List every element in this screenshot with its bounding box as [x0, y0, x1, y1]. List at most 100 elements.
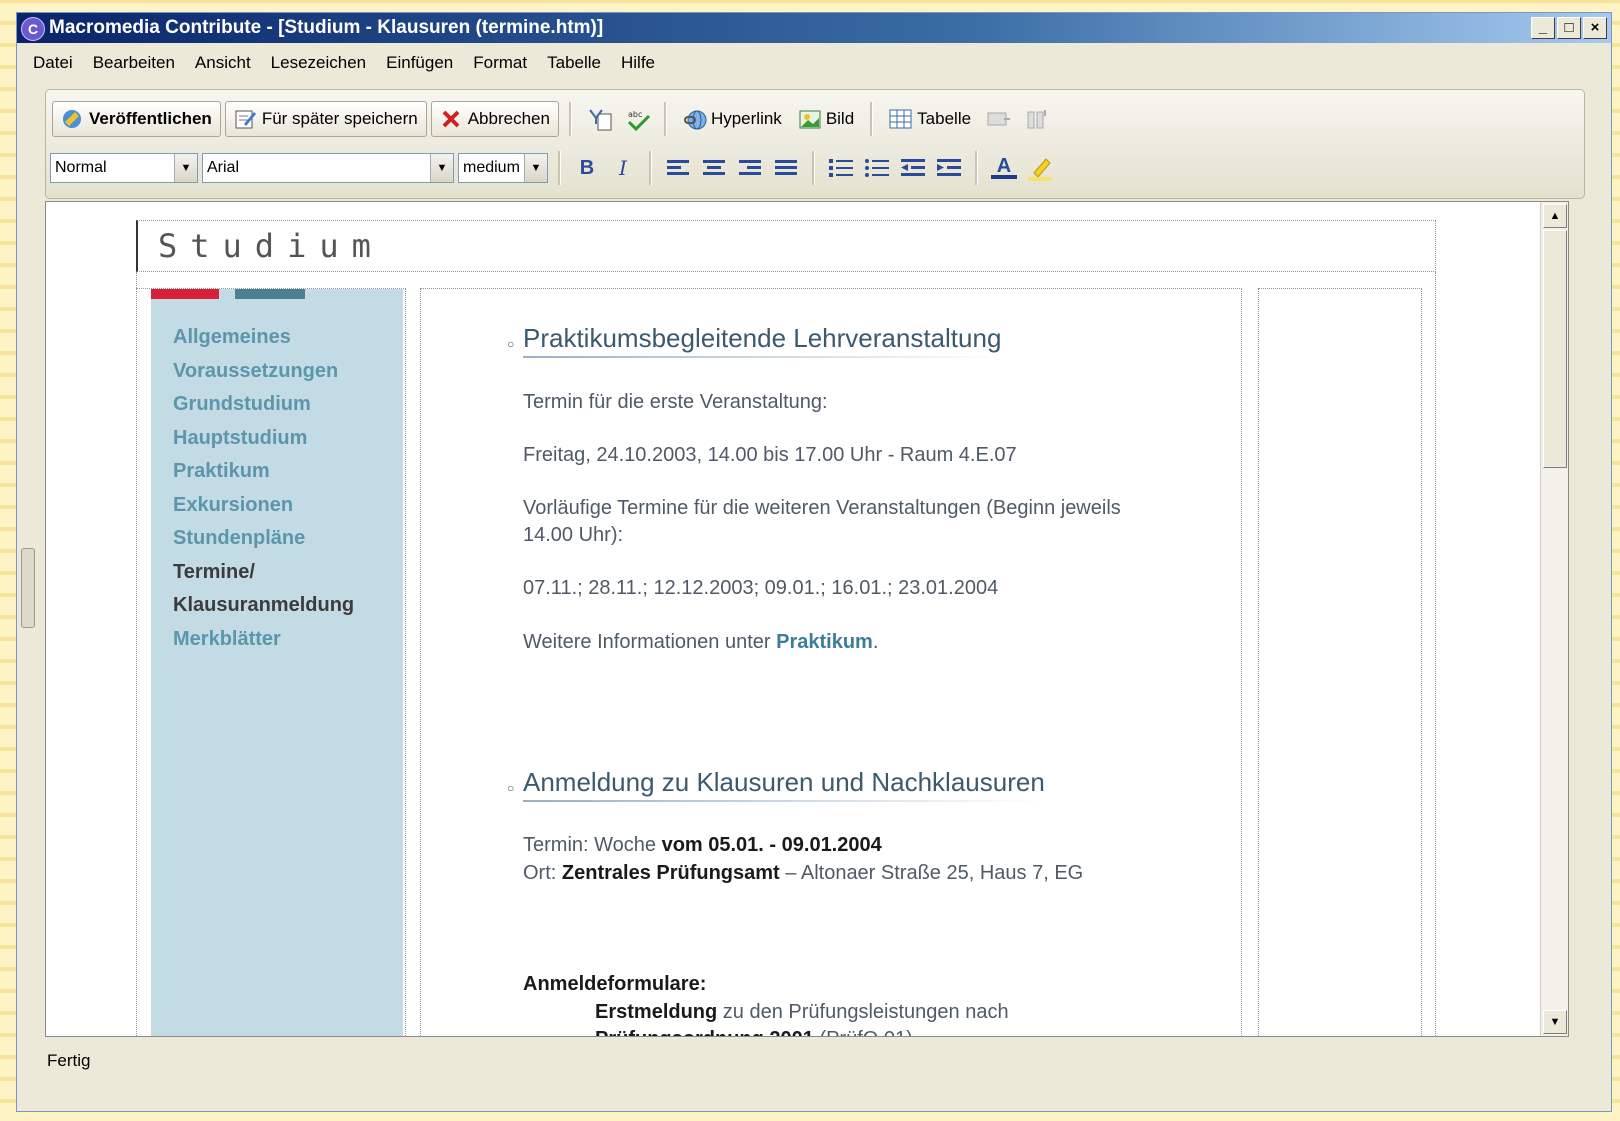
publish-button[interactable]: Veröffentlichen — [52, 101, 221, 137]
insert-column-button[interactable] — [1019, 101, 1053, 137]
heading-bullet-icon: ○ — [507, 781, 515, 795]
nav-item-exkursionen[interactable]: Exkursionen — [173, 489, 354, 523]
window-title: Macromedia Contribute - [Studium - Klaus… — [49, 17, 604, 38]
italic-button[interactable]: I — [607, 152, 639, 184]
spell-check-icon: abc — [626, 108, 651, 132]
contribute-app-icon[interactable]: C — [21, 17, 45, 41]
toolbar-separator — [975, 151, 978, 185]
vertical-scrollbar[interactable]: ▲ ▼ — [1540, 202, 1568, 1036]
menu-lesezeichen[interactable]: Lesezeichen — [261, 49, 376, 75]
font-size-select[interactable]: medium ▼ — [458, 153, 548, 183]
nav-item-merkblaetter[interactable]: Merkblätter — [173, 623, 354, 657]
ort-value: Zentrales Prüfungsamt — [561, 862, 780, 884]
save-later-label: Für später speichern — [261, 109, 418, 128]
form-item-rest: zu den Prüfungsleistungen nach — [717, 1001, 1009, 1023]
numbered-list-button[interactable] — [825, 152, 857, 184]
menu-hilfe[interactable]: Hilfe — [611, 49, 665, 75]
left-navigation-column: Allgemeines Voraussetzungen Grundstudium… — [136, 288, 406, 1036]
form-item-line2-bold: Prüfungsordnung 2001 — [595, 1028, 814, 1036]
indent-icon — [937, 159, 961, 176]
align-left-icon — [667, 160, 689, 175]
justify-button[interactable] — [770, 152, 802, 184]
forms-heading: Anmeldeformulare: — [523, 971, 706, 998]
toolbar-separator — [812, 151, 815, 185]
praktikum-link[interactable]: Praktikum — [776, 631, 873, 653]
save-later-button[interactable]: Für später speichern — [224, 101, 427, 137]
paragraph-text: Vorläufige Termine für die weiteren Vera… — [523, 497, 1121, 519]
justify-icon — [775, 160, 797, 175]
table-button[interactable]: Tabelle — [883, 101, 977, 137]
chevron-down-icon[interactable]: ▼ — [430, 154, 453, 182]
menu-einfuegen[interactable]: Einfügen — [376, 49, 463, 75]
minimize-button[interactable]: _ — [1531, 17, 1555, 39]
chevron-down-icon[interactable]: ▼ — [524, 154, 547, 182]
toolbar-separator — [558, 151, 561, 185]
highlight-color-button[interactable] — [1024, 152, 1056, 184]
save-later-icon — [234, 108, 256, 130]
menu-tabelle[interactable]: Tabelle — [537, 49, 611, 75]
hyperlink-button[interactable]: Hyperlink — [677, 101, 788, 137]
align-left-button[interactable] — [662, 152, 694, 184]
scroll-up-icon[interactable]: ▲ — [1543, 204, 1567, 228]
toolbar-separator — [870, 102, 874, 136]
ort-rest: – Altonaer Straße 25, Haus 7, EG — [779, 862, 1084, 884]
close-button[interactable]: × — [1583, 17, 1607, 39]
scroll-thumb[interactable] — [1543, 230, 1567, 468]
highlighter-icon — [1028, 158, 1052, 181]
maximize-button[interactable]: □ — [1557, 17, 1581, 39]
bullet-list-button[interactable] — [861, 152, 893, 184]
section-heading-anmeldung: Anmeldung zu Klausuren und Nachklausuren — [523, 767, 1045, 802]
nav-item-termine-line1: Termine/ — [173, 560, 255, 583]
site-title: Studium — [158, 227, 384, 265]
text-color-icon: A — [996, 155, 1012, 177]
align-center-button[interactable] — [698, 152, 730, 184]
form-item: Erstmeldung zu den Prüfungsleistungen na… — [595, 999, 1009, 1026]
heading-bullet-icon: ○ — [507, 337, 515, 351]
toolbar-separator — [663, 102, 667, 136]
nav-item-voraussetzungen[interactable]: Voraussetzungen — [173, 355, 354, 389]
spell-check-button[interactable]: abc — [620, 101, 654, 137]
text-color-button[interactable]: A — [988, 152, 1020, 184]
title-bar[interactable]: C Macromedia Contribute - [Studium - Kla… — [17, 13, 1611, 43]
hyperlink-label: Hyperlink — [710, 109, 782, 128]
info-suffix: . — [872, 631, 879, 653]
cancel-x-icon — [440, 108, 462, 130]
indent-button[interactable] — [933, 152, 965, 184]
ort-label: Ort: — [523, 862, 562, 884]
page-editor[interactable]: Studium Allgemeines Voraussetzungen Grun… — [45, 201, 1569, 1037]
image-button[interactable]: Bild — [792, 101, 860, 137]
cancel-button[interactable]: Abbrechen — [430, 101, 559, 137]
image-label: Bild — [825, 109, 855, 128]
nav-list: Allgemeines Voraussetzungen Grundstudium… — [173, 321, 354, 656]
paragraph-info: Weitere Informationen unter Praktikum. — [523, 629, 878, 656]
nav-item-grundstudium[interactable]: Grundstudium — [173, 388, 354, 422]
termin-line: Termin: Woche vom 05.01. - 09.01.2004 — [523, 832, 882, 859]
menu-datei[interactable]: Datei — [23, 49, 83, 75]
status-text: Fertig — [47, 1051, 91, 1070]
align-center-icon — [703, 160, 725, 175]
nav-item-stundenplaene[interactable]: Stundenpläne — [173, 522, 354, 556]
nav-item-praktikum[interactable]: Praktikum — [173, 455, 354, 489]
menu-bearbeiten[interactable]: Bearbeiten — [83, 49, 185, 75]
scroll-down-icon[interactable]: ▼ — [1543, 1010, 1567, 1034]
nav-item-hauptstudium[interactable]: Hauptstudium — [173, 422, 354, 456]
outdent-button[interactable] — [897, 152, 929, 184]
paragraph-style-select[interactable]: Normal ▼ — [50, 153, 198, 183]
chevron-down-icon[interactable]: ▼ — [174, 154, 197, 182]
menu-ansicht[interactable]: Ansicht — [185, 49, 261, 75]
accent-bar-teal — [235, 289, 305, 299]
font-value: Arial — [207, 159, 240, 176]
menu-format[interactable]: Format — [463, 49, 537, 75]
section-heading-praktikum: Praktikumsbegleitende Lehrveranstaltung — [523, 323, 1002, 358]
paragraph-text: Termin für die erste Veranstaltung: — [523, 391, 828, 413]
nav-item-allgemeines[interactable]: Allgemeines — [173, 321, 354, 355]
align-right-button[interactable] — [734, 152, 766, 184]
sidebar-toggle-handle[interactable] — [21, 548, 35, 628]
paragraph-text: 14.00 Uhr): — [523, 524, 624, 546]
bold-button[interactable]: B — [571, 152, 603, 184]
properties-button[interactable] — [582, 101, 616, 137]
insert-row-button[interactable] — [981, 101, 1015, 137]
forms-heading-text: Anmeldeformulare: — [523, 973, 707, 995]
cancel-label: Abbrechen — [467, 109, 550, 128]
font-select[interactable]: Arial ▼ — [202, 153, 454, 183]
